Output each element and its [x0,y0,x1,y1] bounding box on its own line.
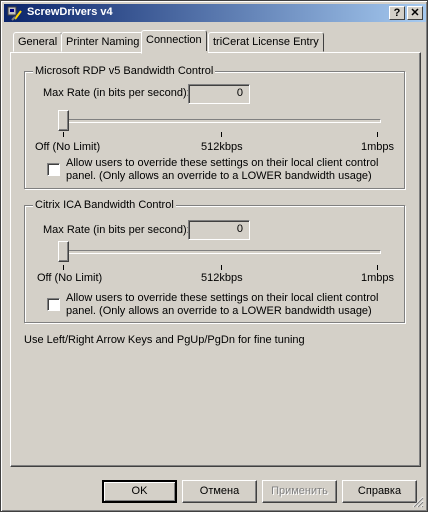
tab-printer-naming[interactable]: Printer Naming [61,32,145,52]
active-tab-join [142,51,208,54]
citrix-tick-label-512: 512kbps [201,272,243,284]
citrix-tick-min [63,265,64,270]
rdp-rate-label: Max Rate (in bits per second): [43,87,190,99]
rdp-group-title: Microsoft RDP v5 Bandwidth Control [33,65,216,77]
rdp-tick-max [377,132,378,137]
connection-tab-panel: Microsoft RDP v5 Bandwidth Control Max R… [10,52,421,467]
citrix-override-label[interactable]: Allow users to override these settings o… [66,292,386,318]
cancel-button[interactable]: Отмена [182,480,257,503]
fine-tuning-hint: Use Left/Right Arrow Keys and PgUp/PgDn … [24,334,305,346]
ok-button[interactable]: OK [102,480,177,503]
rdp-bandwidth-group: Microsoft RDP v5 Bandwidth Control Max R… [24,65,405,189]
citrix-override-checkbox[interactable] [47,298,60,311]
citrix-bandwidth-group: Citrix ICA Bandwidth Control Max Rate (i… [24,199,405,323]
rdp-slider-thumb[interactable] [58,110,69,131]
citrix-group-title: Citrix ICA Bandwidth Control [33,199,176,211]
citrix-tick-mid [221,265,222,270]
citrix-rate-field: 0 [188,220,250,240]
rdp-tick-label-512: 512kbps [201,141,243,153]
citrix-tick-label-off: Off (No Limit) [37,272,103,284]
rdp-tick-min [63,132,64,137]
citrix-rate-label: Max Rate (in bits per second): [43,224,190,236]
resize-grip-icon[interactable] [412,496,424,508]
help-button[interactable]: Справка [342,480,417,503]
citrix-slider-thumb[interactable] [58,241,69,262]
rdp-tick-label-off: Off (No Limit) [35,141,101,153]
rdp-override-label[interactable]: Allow users to override these settings o… [66,157,386,183]
rdp-tick-mid [221,132,222,137]
rdp-override-checkbox[interactable] [47,163,60,176]
tab-general[interactable]: General [13,32,63,52]
dialog-window: ScrewDrivers v4 ? ✕ General Printer Nami… [0,0,428,512]
window-title: ScrewDrivers v4 [27,6,113,18]
screwdriver-app-icon [7,6,22,21]
rdp-rate-field: 0 [188,84,250,104]
citrix-tick-label-1mbps: 1mbps [361,272,395,284]
rdp-tick-label-1mbps: 1mbps [361,141,395,153]
citrix-slider-track[interactable] [63,250,381,254]
apply-button[interactable]: Применить [262,480,337,503]
tab-tricerat-license-entry[interactable]: triCerat License Entry [208,32,324,52]
citrix-tick-max [377,265,378,270]
close-button[interactable]: ✕ [407,6,423,20]
rdp-slider-track[interactable] [63,119,381,123]
help-titlebar-button[interactable]: ? [389,6,405,20]
title-bar[interactable]: ScrewDrivers v4 ? ✕ [4,4,426,22]
